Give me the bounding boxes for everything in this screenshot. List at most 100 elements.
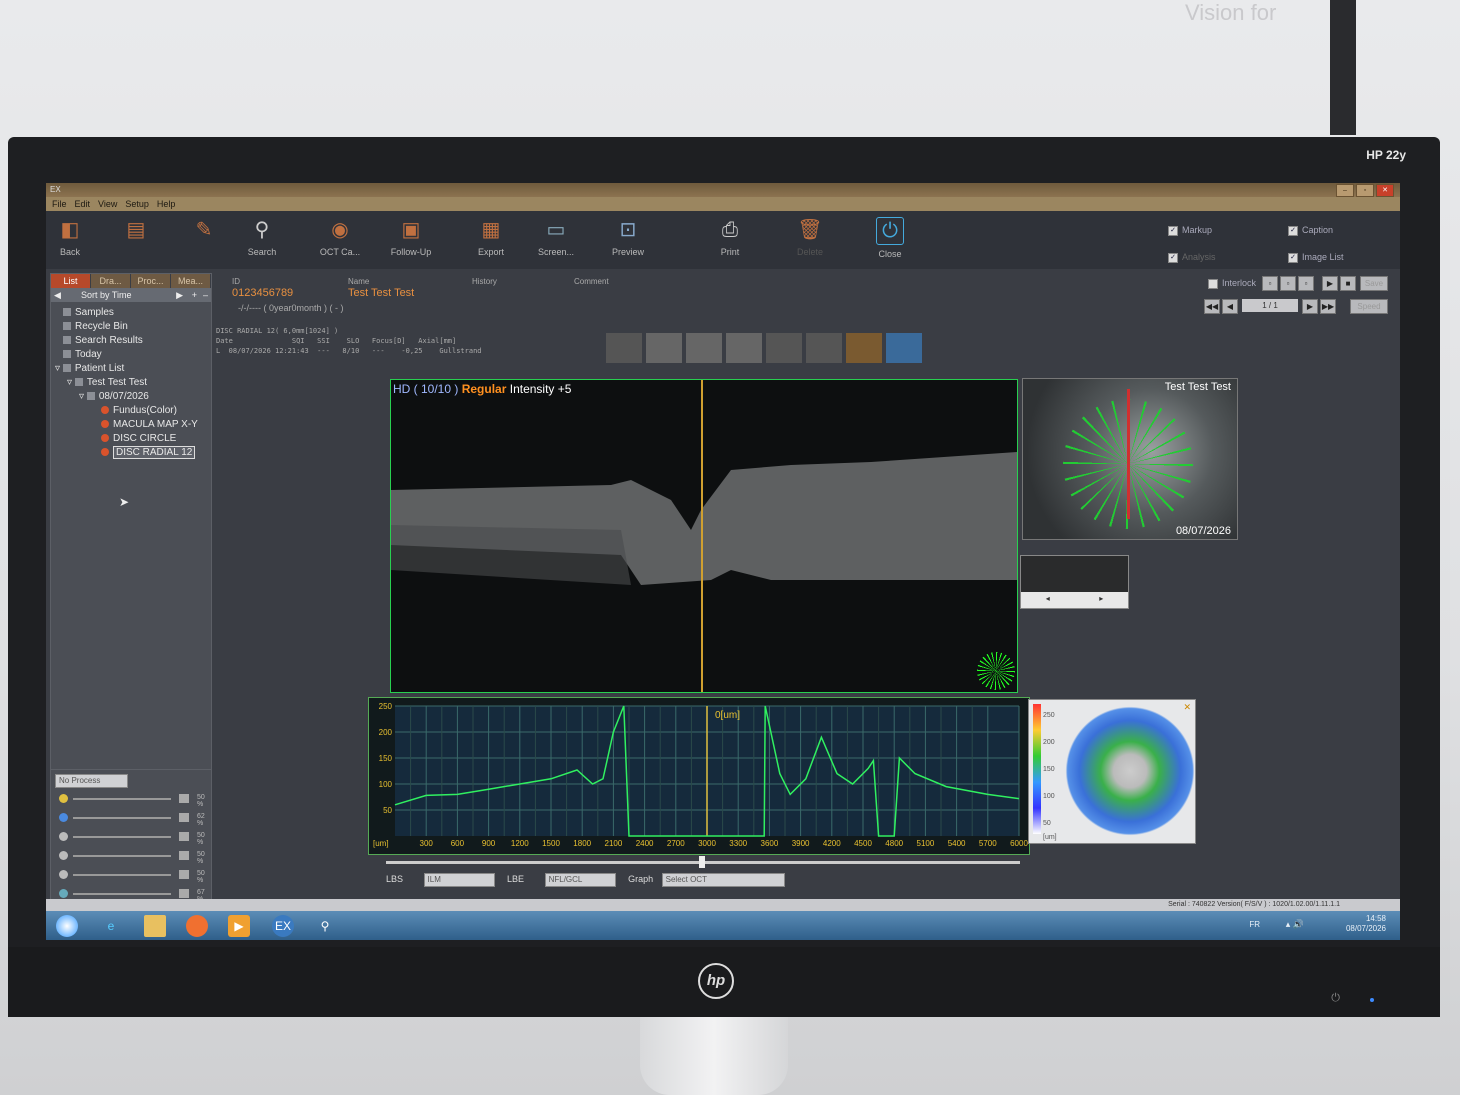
- follow-up-button[interactable]: ▣ Follow-Up: [379, 217, 443, 257]
- menu-edit[interactable]: Edit: [75, 197, 91, 211]
- both-eyes-icon[interactable]: [646, 333, 682, 363]
- last-icon[interactable]: ▶▶: [1320, 299, 1336, 314]
- next-icon[interactable]: ▶: [1302, 299, 1318, 314]
- tool-icon[interactable]: ⚲: [314, 915, 336, 937]
- power-icon[interactable]: ⏻: [1331, 992, 1340, 1005]
- menu-file[interactable]: File: [52, 197, 67, 211]
- speed-button[interactable]: Speed: [1350, 299, 1388, 314]
- analysis-checkbox[interactable]: ✓ Analysis: [1168, 252, 1216, 263]
- markup-checkbox[interactable]: ✓ Markup: [1168, 225, 1212, 236]
- tray-icons[interactable]: ▴ 🔊: [1286, 919, 1304, 930]
- explorer-icon[interactable]: [144, 915, 166, 937]
- thickness-graph[interactable]: 300 600 900 1200 1500 1800 2100 2400 2700 3000 330…: [368, 697, 1030, 855]
- camera-icon[interactable]: [766, 333, 802, 363]
- scan-slider-track[interactable]: [386, 856, 1020, 868]
- maximize-button[interactable]: ▫: [1356, 184, 1374, 197]
- language-indicator[interactable]: FR: [1249, 920, 1260, 929]
- tree-item-date[interactable]: ▿ 08/07/2026: [51, 390, 211, 404]
- color-slider[interactable]: 67 %: [59, 889, 209, 903]
- graph-select[interactable]: Select OCT: [661, 873, 785, 887]
- tree-item-today[interactable]: Today: [51, 348, 211, 362]
- fit-icon[interactable]: ▫: [1262, 276, 1278, 291]
- scan-slider-handle[interactable]: [699, 856, 705, 868]
- delete-button[interactable]: 🗑 Delete: [778, 217, 842, 257]
- ie-icon[interactable]: e: [100, 915, 122, 937]
- first-icon[interactable]: ◀◀: [1204, 299, 1220, 314]
- numbering-icon[interactable]: [886, 333, 922, 363]
- menu-view[interactable]: View: [98, 197, 117, 211]
- thumb-next-icon[interactable]: ▸: [1099, 592, 1103, 606]
- add-icon[interactable]: +: [192, 288, 197, 302]
- contrast-slider[interactable]: 62 %: [59, 813, 209, 827]
- left-eye-icon[interactable]: [726, 333, 762, 363]
- rotate-icon[interactable]: [806, 333, 842, 363]
- export-button[interactable]: ▦ Export: [459, 217, 523, 257]
- brightness-slider[interactable]: 50 %: [59, 794, 209, 808]
- play-icon[interactable]: ▶: [1322, 276, 1338, 291]
- tree-item-disc-circle[interactable]: DISC CIRCLE: [51, 432, 211, 446]
- chevron-left-icon[interactable]: ◀: [54, 288, 61, 302]
- tree-item-fundus[interactable]: Fundus(Color): [51, 404, 211, 418]
- oct-bscan-image[interactable]: HD ( 10/10 ) Regular Intensity +5: [390, 379, 1018, 693]
- stop-icon[interactable]: ■: [1340, 276, 1356, 291]
- lbe-select[interactable]: NFL/GCL: [544, 873, 616, 887]
- thumb-prev-icon[interactable]: ◂: [1046, 592, 1050, 606]
- minimize-button[interactable]: –: [1336, 184, 1354, 197]
- fullscreen-icon[interactable]: ▫: [1280, 276, 1296, 291]
- firefox-icon[interactable]: [186, 915, 208, 937]
- caption-checkbox[interactable]: ✓ Caption: [1288, 225, 1333, 236]
- close-button[interactable]: ⏻ Close: [858, 217, 922, 259]
- chevron-right-icon[interactable]: ▶: [176, 288, 183, 302]
- interlock-checkbox[interactable]: Interlock: [1208, 278, 1256, 289]
- prev-icon[interactable]: ◀: [1222, 299, 1238, 314]
- thickness-polar-map[interactable]: 250 200 150 100 50 [um] ✕: [1028, 699, 1196, 844]
- noise-slider[interactable]: 50 %: [59, 870, 209, 884]
- tree-item-samples[interactable]: Samples: [51, 306, 211, 320]
- x-tick-label: 3600: [761, 839, 779, 848]
- sort-bar[interactable]: ◀ Sort by Time ▶ + –: [51, 288, 211, 302]
- fundus-date: 08/07/2026: [1175, 525, 1231, 537]
- layout-icon[interactable]: [606, 333, 642, 363]
- ex-app-icon[interactable]: EX: [272, 915, 294, 937]
- close-window-button[interactable]: ✕: [1376, 184, 1394, 197]
- clock[interactable]: 14:58 08/07/2026: [1346, 914, 1386, 934]
- oct-capture-button[interactable]: ◉ OCT Ca...: [308, 217, 372, 257]
- remove-icon[interactable]: –: [203, 288, 208, 302]
- toolbar: ◧ Back ▤ ✎ ⚲ Search ◉ OCT Ca... ▣ Follow-Up …: [46, 211, 1400, 269]
- oct-thumbnail[interactable]: ◂ ▸: [1020, 555, 1129, 609]
- start-icon[interactable]: [56, 915, 78, 937]
- preview-button[interactable]: ⊡ Preview: [596, 217, 660, 257]
- fundus-image[interactable]: Test Test Test 08/07/2026: [1022, 378, 1238, 540]
- x-tick-label: 1200: [511, 839, 529, 848]
- polar-close-icon[interactable]: ✕: [1183, 702, 1191, 713]
- print-button[interactable]: ⎙ Print: [698, 217, 762, 257]
- tree-item-disc-radial[interactable]: DISC RADIAL 12: [51, 446, 211, 460]
- screen-button[interactable]: ▭ Screen...: [524, 217, 588, 257]
- media-player-icon[interactable]: ▶: [228, 915, 250, 937]
- image-list-checkbox[interactable]: ✓ Image List: [1288, 252, 1344, 263]
- process-select[interactable]: No Process: [55, 774, 128, 788]
- save-disk-icon[interactable]: [846, 333, 882, 363]
- tab-list[interactable]: List: [51, 274, 91, 288]
- sharpness-slider[interactable]: 50 %: [59, 851, 209, 865]
- gamma-slider[interactable]: 50 %: [59, 832, 209, 846]
- tree-item-macula[interactable]: MACULA MAP X-Y: [51, 418, 211, 432]
- tab-measure[interactable]: Mea...: [171, 274, 211, 288]
- back-button[interactable]: ◧ Back: [46, 217, 102, 257]
- preview-icon: ⊡: [619, 219, 637, 241]
- tree-item-search-results[interactable]: Search Results: [51, 334, 211, 348]
- doc-button[interactable]: ▤: [104, 217, 168, 247]
- tab-draw[interactable]: Dra...: [91, 274, 131, 288]
- search-button[interactable]: ⚲ Search: [230, 217, 294, 257]
- tree-item-patient[interactable]: ▿ Test Test Test: [51, 376, 211, 390]
- tree-item-recycle[interactable]: Recycle Bin: [51, 320, 211, 334]
- save-button[interactable]: Save: [1360, 276, 1388, 291]
- lbs-select[interactable]: ILM: [423, 873, 495, 887]
- tab-process[interactable]: Proc...: [131, 274, 171, 288]
- edit-button[interactable]: ✎: [172, 217, 236, 247]
- grid-icon[interactable]: ▫: [1298, 276, 1314, 291]
- menu-help[interactable]: Help: [157, 197, 176, 211]
- tree-item-patient-list[interactable]: ▿ Patient List: [51, 362, 211, 376]
- right-eye-icon[interactable]: [686, 333, 722, 363]
- menu-setup[interactable]: Setup: [125, 197, 149, 211]
